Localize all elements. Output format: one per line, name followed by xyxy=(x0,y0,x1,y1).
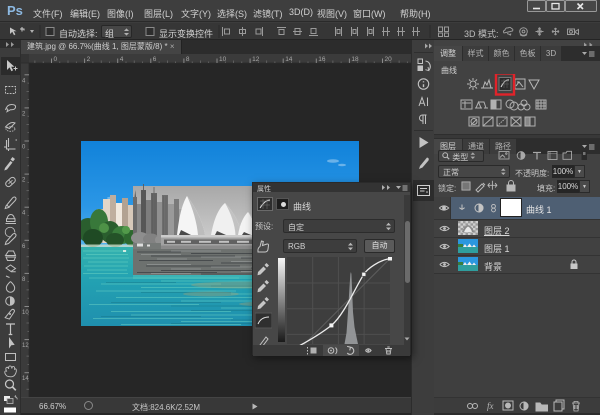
svg-text:8: 8 xyxy=(186,56,190,63)
svg-text:4: 4 xyxy=(120,56,124,63)
svg-text:6: 6 xyxy=(153,56,157,63)
svg-text:fx: fx xyxy=(487,401,494,411)
svg-text:0: 0 xyxy=(54,56,58,63)
svg-text:2: 2 xyxy=(87,56,91,63)
